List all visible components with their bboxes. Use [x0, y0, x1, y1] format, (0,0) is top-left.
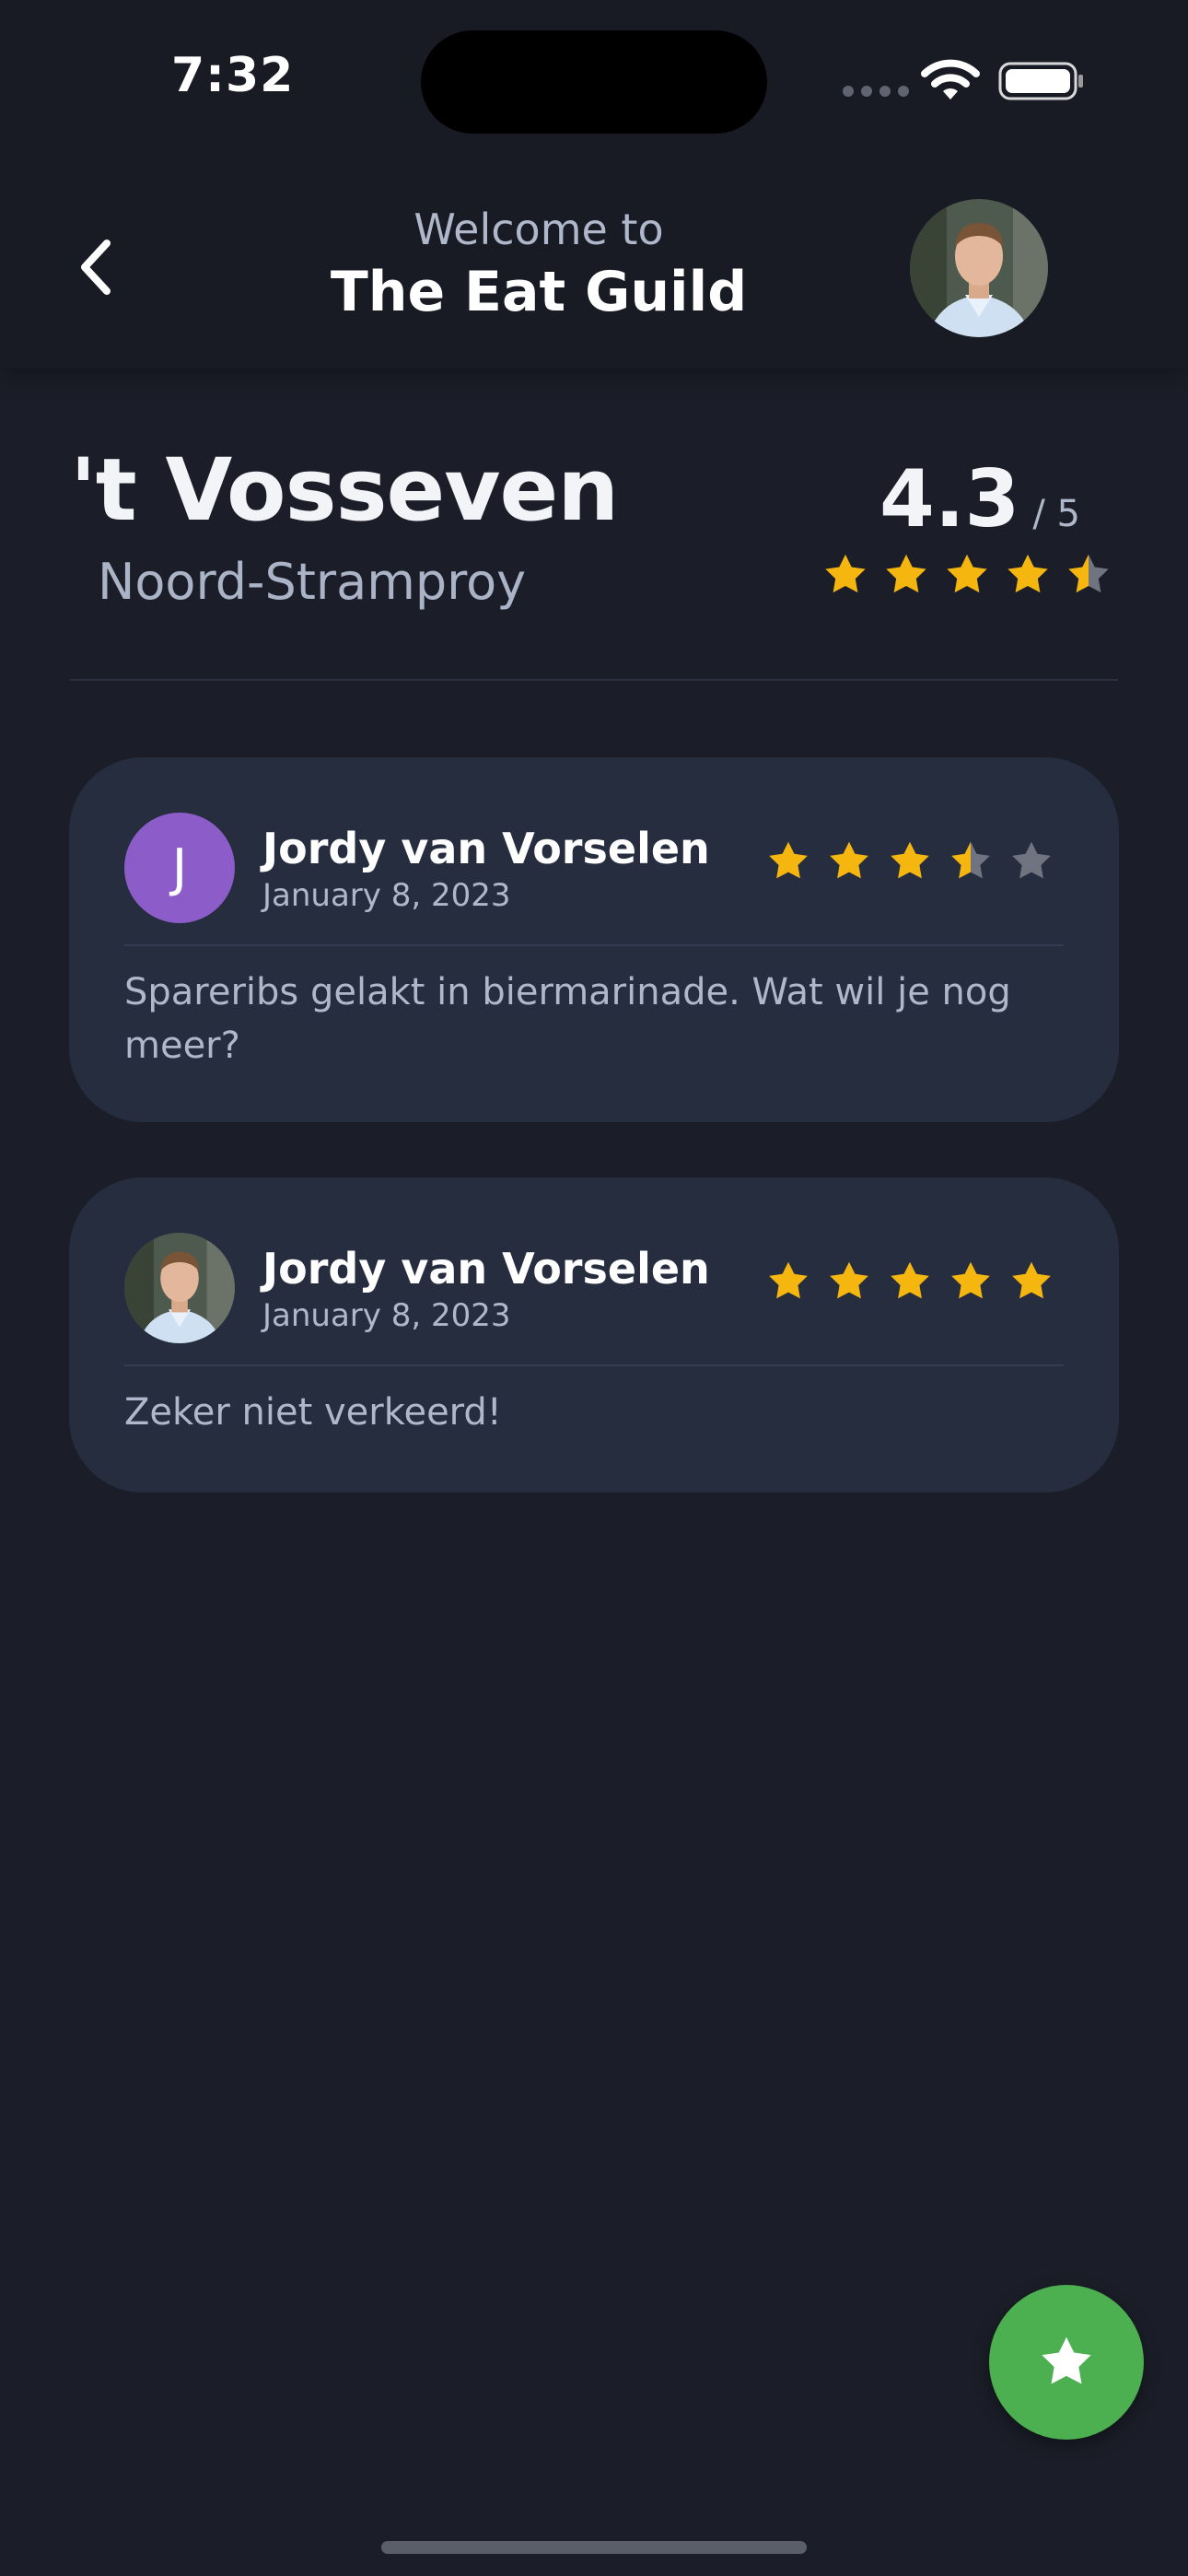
- review-date: January 8, 2023: [262, 877, 511, 914]
- card-divider: [124, 944, 1064, 946]
- home-indicator: [381, 2541, 807, 2554]
- review-comment: Spareribs gelakt in biermarinade. Wat wi…: [124, 971, 1011, 1067]
- review-date: January 8, 2023: [262, 1297, 511, 1334]
- profile-avatar[interactable]: [910, 199, 1048, 337]
- reviewer-name: Jordy van Vorselen: [262, 1244, 710, 1294]
- cellular-signal-icon: [843, 86, 909, 97]
- chevron-left-icon: [81, 240, 111, 295]
- welcome-text: Welcome to: [413, 205, 664, 254]
- star-filled-icon: [891, 841, 929, 879]
- star-filled-icon: [886, 554, 926, 593]
- profile-photo: [124, 1233, 235, 1343]
- review-rating-stars: [765, 1259, 1054, 1305]
- reviewer-name: Jordy van Vorselen: [262, 824, 710, 873]
- star-icon: [1042, 2336, 1091, 2384]
- star-empty-icon: [1012, 841, 1051, 879]
- back-button[interactable]: [59, 221, 133, 313]
- rating-score: 4.3: [879, 453, 1020, 545]
- star-filled-icon: [830, 1261, 868, 1299]
- dynamic-island: [421, 30, 767, 134]
- star-filled-icon: [1012, 1261, 1051, 1299]
- add-review-button[interactable]: [989, 2285, 1144, 2440]
- app-title: The Eat Guild: [330, 260, 748, 324]
- star-filled-icon: [947, 554, 987, 593]
- star-filled-icon: [769, 1261, 808, 1299]
- rating-max: / 5: [1032, 493, 1080, 535]
- divider: [70, 679, 1118, 681]
- reviewer-avatar: J: [124, 813, 235, 923]
- star-filled-icon: [1007, 554, 1048, 593]
- average-rating: 4.3 / 5: [879, 453, 1080, 545]
- star-filled-icon: [769, 841, 808, 879]
- review-rating-stars: [765, 838, 1054, 884]
- restaurant-city: Noord-Stramproy: [98, 553, 527, 611]
- reviewer-avatar: [124, 1233, 235, 1343]
- battery-icon: [998, 62, 1083, 100]
- review-comment: Zeker niet verkeerd!: [124, 1391, 502, 1434]
- review-card[interactable]: Jordy van Vorselen January 8, 2023 Zeker…: [69, 1177, 1119, 1493]
- card-divider: [124, 1364, 1064, 1366]
- star-half-icon: [951, 841, 990, 879]
- star-filled-icon: [891, 1261, 929, 1299]
- star-filled-icon: [825, 554, 866, 593]
- profile-photo: [910, 199, 1048, 337]
- avatar-initial: J: [171, 837, 188, 898]
- star-filled-icon: [951, 1261, 990, 1299]
- app-header: 7:32 Welcome to The Eat Guild: [0, 0, 1188, 369]
- restaurant-rating-stars: [821, 551, 1112, 599]
- restaurant-name: 't Vosseven: [70, 440, 619, 541]
- star-half-icon: [1068, 554, 1109, 593]
- status-time: 7:32: [171, 48, 295, 103]
- review-card[interactable]: J Jordy van Vorselen January 8, 2023 Spa…: [69, 757, 1119, 1122]
- screen: 7:32 Welcome to The Eat Guild 't Vosseve…: [0, 0, 1188, 2576]
- wifi-icon: [921, 59, 980, 100]
- star-filled-icon: [830, 841, 868, 879]
